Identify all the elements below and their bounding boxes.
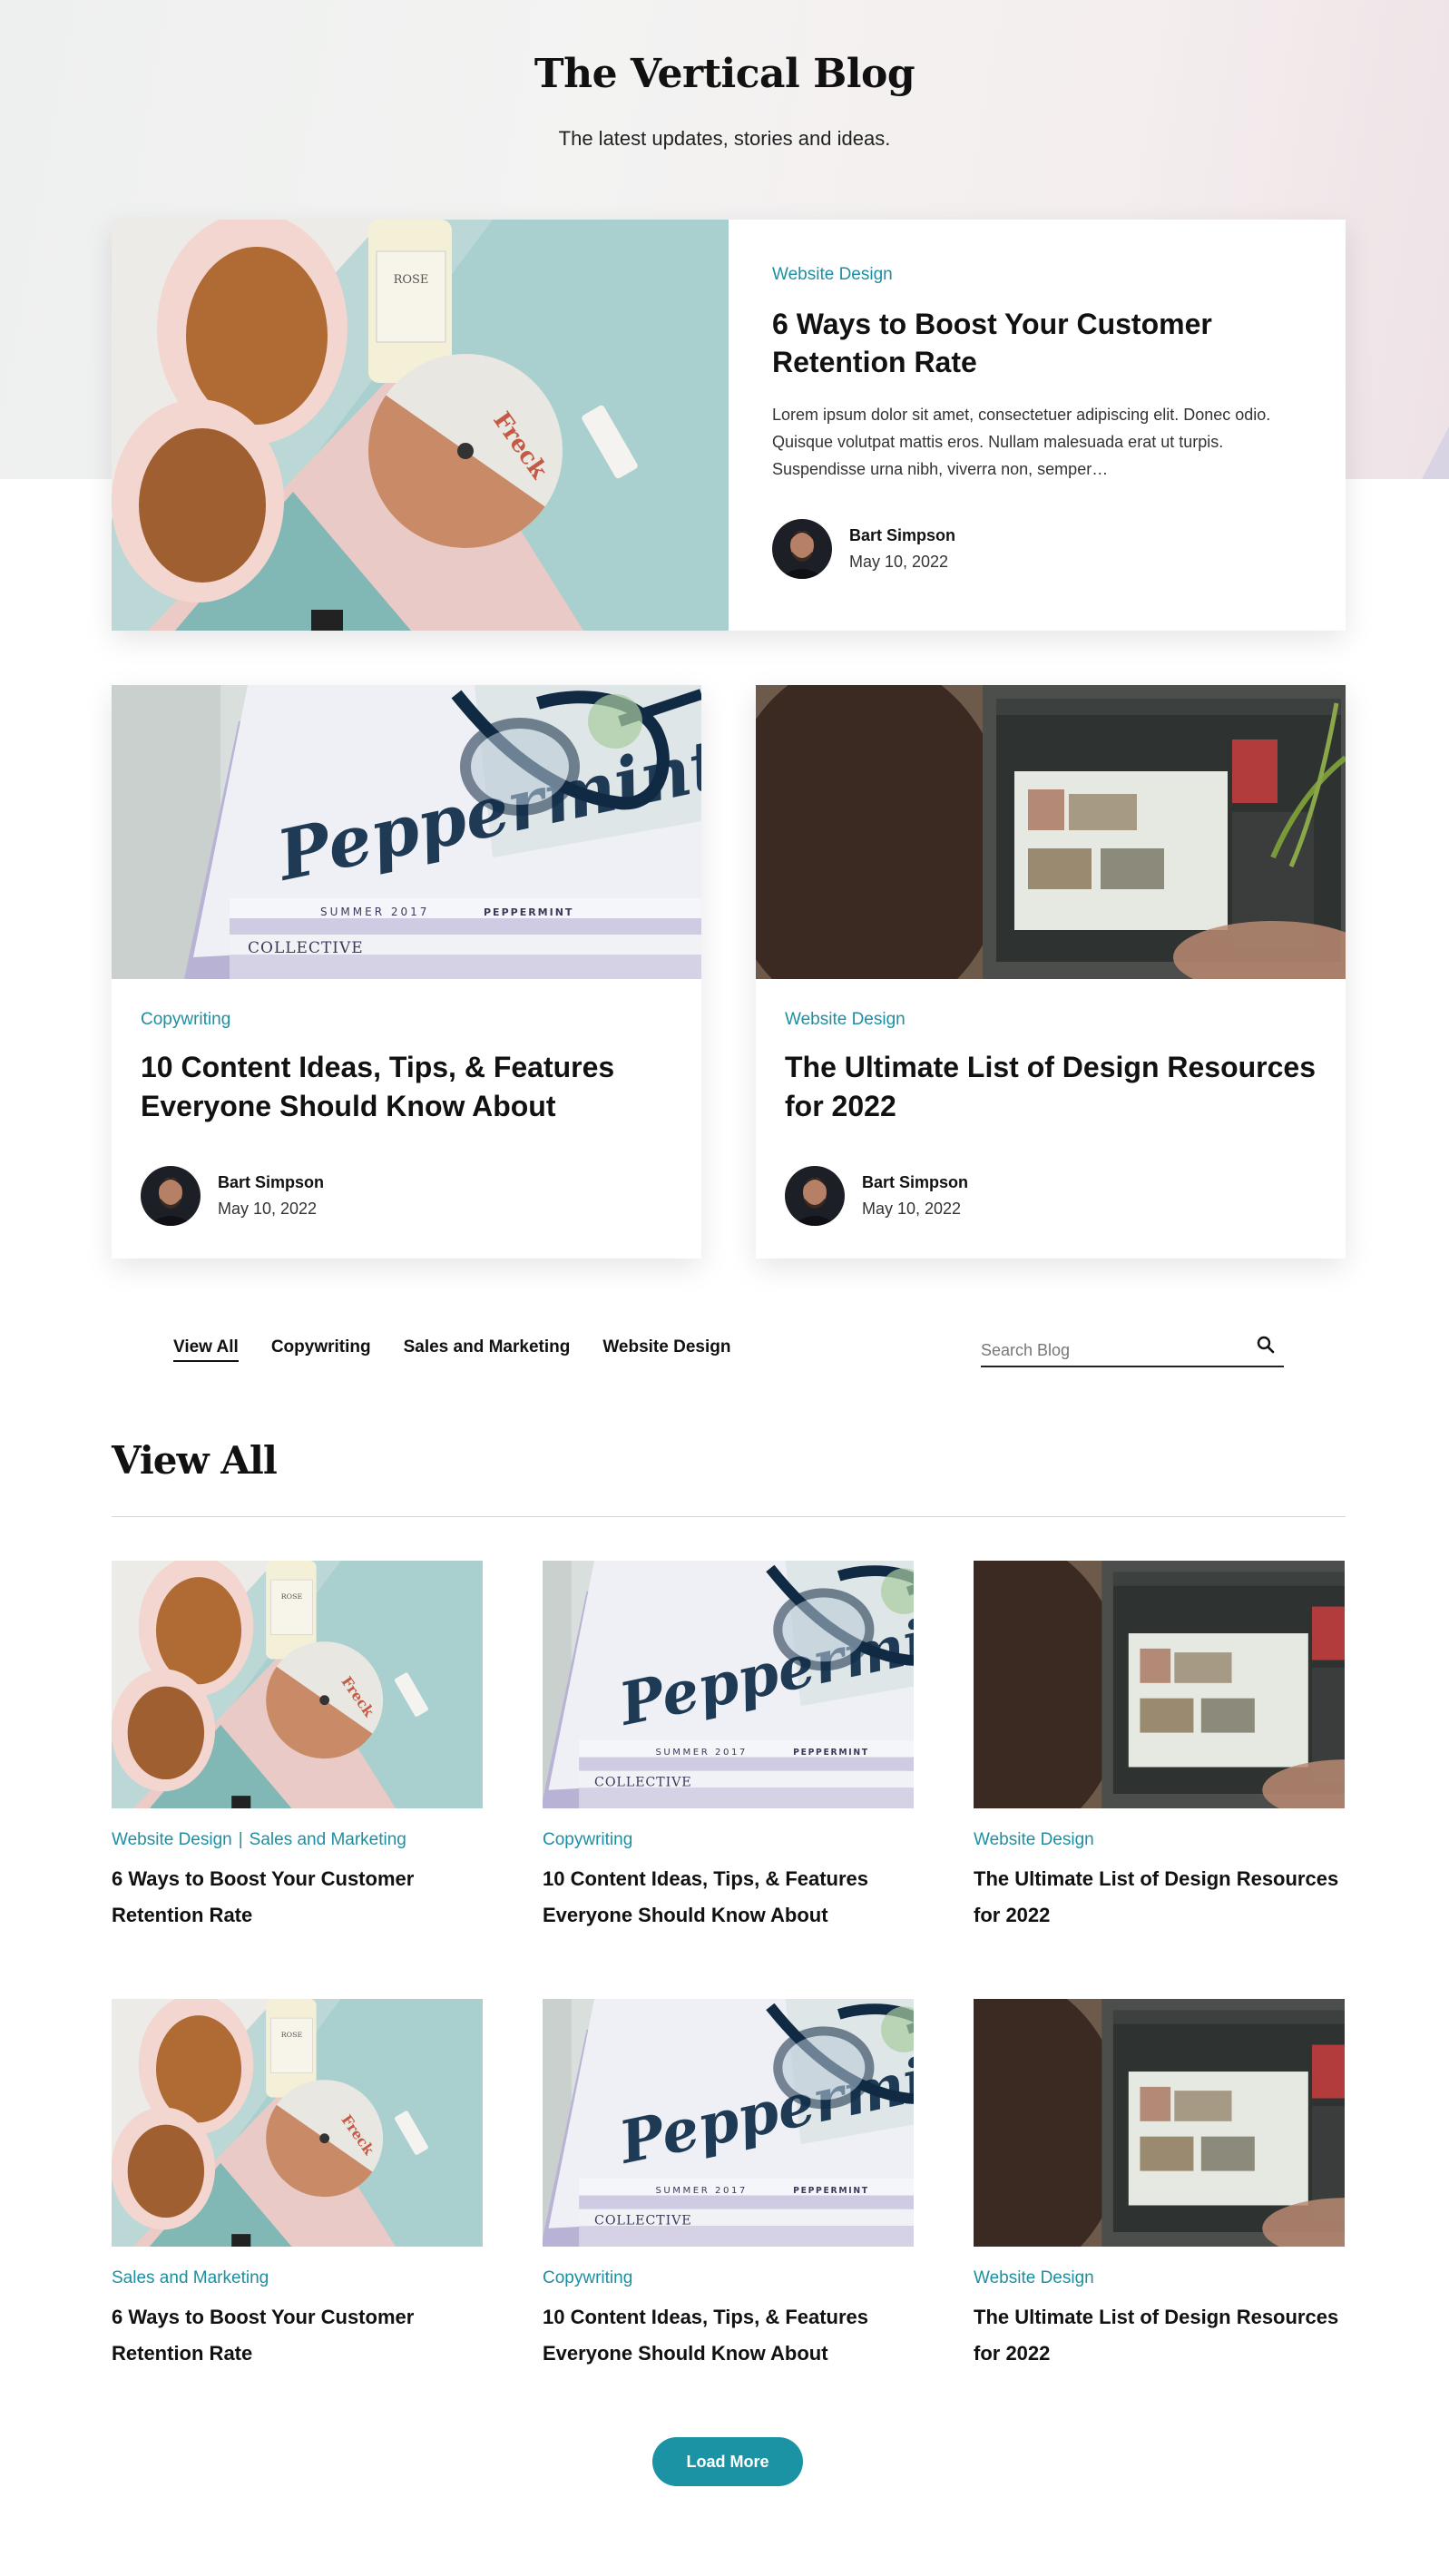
post-category[interactable]: Website Design — [785, 1010, 1317, 1030]
post-image[interactable] — [543, 1999, 914, 2247]
page-title: The Vertical Blog — [534, 51, 915, 97]
grid-post[interactable]: Website Design The Ultimate List of Desi… — [974, 1561, 1345, 1999]
post-date: May 10, 2022 — [862, 1200, 962, 1218]
post-date: May 10, 2022 — [849, 553, 949, 571]
divider — [112, 1516, 1346, 1517]
post-category[interactable]: Website Design — [772, 265, 1302, 285]
post-image[interactable] — [543, 1561, 914, 1808]
filter-website-design[interactable]: Website Design — [602, 1337, 730, 1362]
category-link[interactable]: Sales and Marketing — [250, 1830, 406, 1849]
post-image[interactable] — [974, 1561, 1345, 1808]
post-image[interactable] — [756, 685, 1346, 979]
category-separator: | — [238, 1830, 243, 1849]
author-name: Bart Simpson — [849, 526, 956, 544]
page-subtitle: The latest updates, stories and ideas. — [558, 127, 891, 150]
category-filter-nav: View All Copywriting Sales and Marketing… — [173, 1337, 730, 1362]
post-author: Bart Simpson May 10, 2022 — [785, 1166, 1317, 1226]
post-image[interactable] — [974, 1999, 1345, 2247]
post-excerpt: Lorem ipsum dolor sit amet, consectetuer… — [772, 406, 1271, 478]
category-link[interactable]: Website Design — [112, 1830, 232, 1849]
post-title[interactable]: 10 Content Ideas, Tips, & Features Every… — [141, 1048, 672, 1126]
load-more-button[interactable]: Load More — [652, 2437, 803, 2486]
search-icon[interactable] — [1257, 1336, 1275, 1354]
avatar — [772, 519, 832, 579]
post-category[interactable]: Website Design — [974, 2268, 1345, 2288]
decorative-shape — [1422, 426, 1449, 479]
grid-post[interactable]: Sales and Marketing 6 Ways to Boost Your… — [112, 1999, 483, 2437]
post-title[interactable]: 6 Ways to Boost Your Customer Retention … — [772, 305, 1302, 381]
filter-sales-and-marketing[interactable]: Sales and Marketing — [404, 1337, 571, 1362]
post-title[interactable]: 6 Ways to Boost Your Customer Retention … — [112, 1861, 483, 1934]
author-name: Bart Simpson — [862, 1173, 969, 1191]
post-date: May 10, 2022 — [218, 1200, 318, 1218]
post-title[interactable]: 6 Ways to Boost Your Customer Retention … — [112, 2299, 483, 2372]
section-title: View All — [112, 1438, 278, 1483]
search-box — [981, 1325, 1284, 1367]
author-name: Bart Simpson — [218, 1173, 325, 1191]
post-category[interactable]: Website Design — [974, 1830, 1345, 1850]
filter-copywriting[interactable]: Copywriting — [271, 1337, 371, 1362]
grid-post[interactable]: Copywriting 10 Content Ideas, Tips, & Fe… — [543, 1999, 914, 2437]
post-grid: Website Design | Sales and Marketing 6 Way… — [112, 1561, 1344, 2437]
post-category[interactable]: Sales and Marketing — [112, 2268, 483, 2288]
post-category: Website Design | Sales and Marketing — [112, 1830, 483, 1850]
post-card[interactable]: Website Design The Ultimate List of Desi… — [756, 685, 1346, 1259]
post-image[interactable] — [112, 685, 701, 979]
avatar — [141, 1166, 201, 1226]
post-title[interactable]: 10 Content Ideas, Tips, & Features Every… — [543, 1861, 914, 1934]
post-category[interactable]: Copywriting — [543, 2268, 914, 2288]
grid-post[interactable]: Website Design The Ultimate List of Desi… — [974, 1999, 1345, 2437]
search-input[interactable] — [981, 1325, 1244, 1365]
grid-post[interactable]: Website Design | Sales and Marketing 6 Way… — [112, 1561, 483, 1999]
post-category[interactable]: Copywriting — [141, 1010, 672, 1030]
featured-post-card[interactable]: Website Design 6 Ways to Boost Your Cust… — [112, 220, 1346, 631]
post-title[interactable]: The Ultimate List of Design Resources fo… — [974, 2299, 1345, 2372]
featured-post-image[interactable] — [112, 220, 729, 631]
post-title[interactable]: The Ultimate List of Design Resources fo… — [785, 1048, 1317, 1126]
post-author: Bart Simpson May 10, 2022 — [141, 1166, 672, 1226]
post-image[interactable] — [112, 1561, 483, 1808]
post-category[interactable]: Copywriting — [543, 1830, 914, 1850]
avatar — [785, 1166, 845, 1226]
post-author: Bart Simpson May 10, 2022 — [772, 519, 1302, 579]
filter-view-all[interactable]: View All — [173, 1337, 239, 1362]
post-card[interactable]: Copywriting 10 Content Ideas, Tips, & Fe… — [112, 685, 701, 1259]
post-title[interactable]: 10 Content Ideas, Tips, & Features Every… — [543, 2299, 914, 2372]
post-title[interactable]: The Ultimate List of Design Resources fo… — [974, 1861, 1345, 1934]
grid-post[interactable]: Copywriting 10 Content Ideas, Tips, & Fe… — [543, 1561, 914, 1999]
post-image[interactable] — [112, 1999, 483, 2247]
